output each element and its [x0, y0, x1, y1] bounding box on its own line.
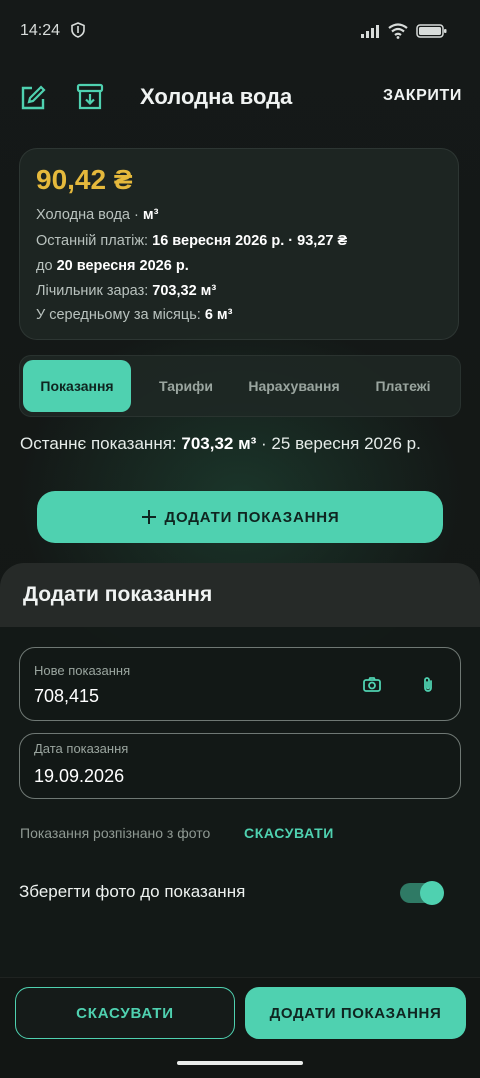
tab-charges[interactable]: Нарахування [240, 360, 348, 412]
toggle-knob [420, 881, 444, 905]
new-reading-input[interactable]: 708,415 [34, 686, 99, 707]
battery-icon [416, 24, 447, 38]
last-reading-value: 703,32 м³ [181, 434, 257, 453]
attachment-icon[interactable] [418, 675, 438, 695]
last-reading-date: · 25 вересня 2026 р. [256, 434, 421, 453]
service-line: Холодна вода · м³ [36, 207, 158, 223]
edit-icon[interactable] [18, 83, 48, 113]
tab-tariffs[interactable]: Тарифи [138, 360, 234, 412]
page-title: Холодна вода [140, 84, 293, 109]
add-reading-button[interactable]: ДОДАТИ ПОКАЗАННЯ [37, 491, 443, 543]
save-photo-label: Зберегти фото до показання [19, 882, 246, 901]
due-date-line: до 20 вересня 2026 р. [36, 258, 189, 274]
status-icons [360, 22, 448, 40]
last-payment-line: Останній платіж: 16 вересня 2026 р. · 93… [36, 233, 347, 249]
signal-icon [361, 25, 379, 38]
add-reading-label: ДОДАТИ ПОКАЗАННЯ [164, 508, 340, 526]
last-reading-prefix: Останнє показання: [20, 434, 182, 453]
meter-line: Лічильник зараз: 703,32 м³ [36, 283, 216, 299]
cancel-button[interactable]: СКАСУВАТИ [15, 987, 235, 1039]
camera-icon[interactable] [362, 675, 382, 695]
new-reading-label: Нове показання [34, 663, 131, 678]
status-time: 14:24 [20, 22, 61, 39]
last-payment-label: Останній платіж: [36, 233, 153, 249]
tab-readings[interactable]: Показання [23, 360, 131, 412]
new-reading-field[interactable] [19, 647, 461, 721]
cancel-label: СКАСУВАТИ [76, 1004, 174, 1022]
plus-icon [141, 510, 156, 524]
confirm-add-label: ДОДАТИ ПОКАЗАННЯ [269, 1004, 442, 1022]
average-value: 6 м³ [204, 307, 233, 323]
balance-amount: 90,42 ₴ [36, 164, 133, 195]
archive-icon[interactable] [75, 82, 105, 112]
due-value: 20 вересня 2026 р. [56, 258, 189, 274]
average-line: У середньому за місяць: 6 м³ [36, 307, 232, 323]
service-name: Холодна вода · [36, 207, 143, 223]
recognized-from-photo-text: Показання розпізнано з фото [20, 825, 211, 841]
shield-icon [71, 22, 85, 38]
tab-payments[interactable]: Платежі [352, 360, 454, 412]
cancel-recognition-button[interactable]: СКАСУВАТИ [244, 825, 334, 841]
confirm-add-reading-button[interactable]: ДОДАТИ ПОКАЗАННЯ [245, 987, 466, 1039]
last-reading-text: Останнє показання: 703,32 м³ · 25 вересн… [20, 432, 460, 455]
average-label: У середньому за місяць: [36, 307, 205, 323]
last-payment-value: 16 вересня 2026 р. · 93,27 ₴ [152, 233, 348, 249]
wifi-icon [388, 23, 408, 39]
reading-date-input[interactable]: 19.09.2026 [34, 766, 124, 787]
meter-value: 703,32 м³ [152, 283, 217, 299]
close-button[interactable]: ЗАКРИТИ [383, 87, 462, 105]
home-indicator[interactable] [177, 1061, 303, 1065]
sheet-title: Додати показання [23, 583, 213, 606]
service-unit: м³ [142, 207, 159, 223]
reading-date-label: Дата показання [34, 741, 129, 756]
meter-label: Лічильник зараз: [36, 283, 153, 299]
due-prefix: до [36, 258, 57, 274]
